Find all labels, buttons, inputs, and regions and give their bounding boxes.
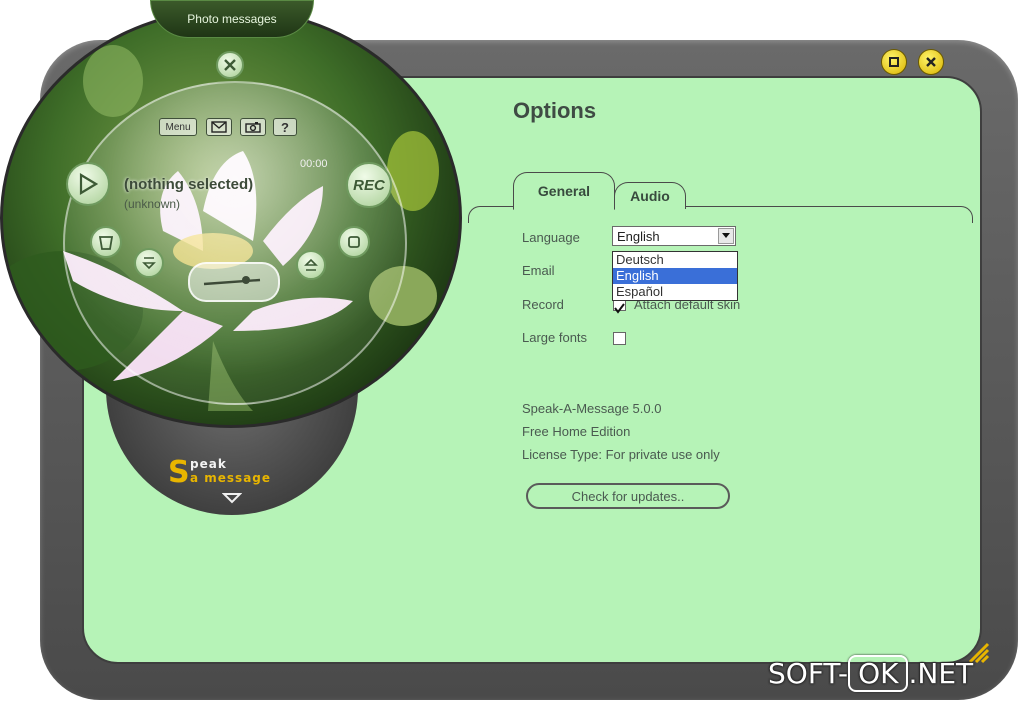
trash-icon bbox=[99, 236, 113, 250]
watermark-box: OK bbox=[848, 655, 909, 692]
volume-up-icon bbox=[304, 258, 318, 271]
rec-label: REC bbox=[353, 176, 385, 194]
language-label: Language bbox=[522, 230, 580, 245]
app-version: Speak-A-Message 5.0.0 bbox=[522, 401, 662, 416]
now-playing-title: (nothing selected) bbox=[124, 176, 254, 193]
tab-general-label: General bbox=[537, 183, 591, 199]
speak-a-message-logo: S peak a message bbox=[168, 455, 272, 490]
language-select-value: English bbox=[617, 229, 660, 244]
close-icon bbox=[224, 59, 236, 71]
record-button[interactable]: REC bbox=[346, 162, 392, 208]
watermark-left: SOFT- bbox=[768, 657, 849, 690]
camera-button[interactable] bbox=[240, 118, 266, 136]
delete-button[interactable] bbox=[90, 226, 122, 258]
check-updates-label: Check for updates.. bbox=[571, 488, 685, 504]
expand-down-icon[interactable] bbox=[222, 492, 242, 504]
stop-icon bbox=[348, 236, 360, 248]
slider-handle-icon[interactable] bbox=[190, 264, 274, 296]
help-icon: ? bbox=[281, 119, 289, 135]
player-title-bar: Photo messages bbox=[150, 0, 314, 38]
volume-down-button[interactable] bbox=[134, 248, 164, 278]
menu-button[interactable]: Menu bbox=[159, 118, 197, 136]
app-edition: Free Home Edition bbox=[522, 424, 631, 439]
now-playing-subtitle: (unknown) bbox=[124, 197, 181, 211]
playback-time: 00:00 bbox=[300, 158, 328, 170]
email-button[interactable] bbox=[206, 118, 232, 136]
minimize-button[interactable] bbox=[881, 49, 907, 75]
language-option-deutsch[interactable]: Deutsch bbox=[613, 252, 737, 268]
envelope-icon bbox=[211, 121, 227, 133]
close-icon bbox=[926, 57, 936, 67]
stop-button[interactable] bbox=[338, 226, 370, 258]
language-dropdown-list: Deutsch English Español bbox=[612, 251, 738, 301]
camera-icon bbox=[245, 122, 261, 133]
language-option-english[interactable]: English bbox=[613, 268, 737, 284]
site-watermark: SOFT- OK .NET bbox=[768, 655, 1014, 695]
chevron-down-icon[interactable] bbox=[718, 228, 734, 244]
play-icon bbox=[79, 173, 98, 195]
checkmark-icon bbox=[614, 303, 625, 314]
close-window-button[interactable] bbox=[918, 49, 944, 75]
options-title: Options bbox=[513, 98, 597, 123]
tab-general[interactable]: General bbox=[513, 172, 615, 210]
minimize-icon bbox=[889, 57, 899, 67]
tab-audio[interactable]: Audio bbox=[614, 182, 686, 209]
license-type: License Type: For private use only bbox=[522, 447, 720, 462]
player-title: Photo messages bbox=[187, 12, 277, 26]
check-updates-button[interactable]: Check for updates.. bbox=[526, 483, 730, 509]
menu-button-label: Menu bbox=[165, 121, 191, 133]
volume-down-icon bbox=[142, 257, 156, 270]
help-button[interactable]: ? bbox=[273, 118, 297, 136]
large-fonts-checkbox[interactable] bbox=[613, 332, 626, 345]
language-select[interactable]: English bbox=[612, 226, 736, 246]
large-fonts-label: Large fonts bbox=[522, 330, 588, 345]
volume-up-button[interactable] bbox=[296, 250, 326, 280]
email-label: Email bbox=[522, 263, 555, 278]
volume-slider[interactable] bbox=[188, 262, 280, 302]
player-close-button[interactable] bbox=[216, 51, 244, 79]
tab-audio-label: Audio bbox=[630, 188, 670, 204]
language-option-espanol[interactable]: Español bbox=[613, 284, 737, 300]
play-button[interactable] bbox=[66, 162, 110, 206]
watermark-right: .NET bbox=[908, 657, 974, 690]
record-label: Record bbox=[522, 297, 564, 312]
